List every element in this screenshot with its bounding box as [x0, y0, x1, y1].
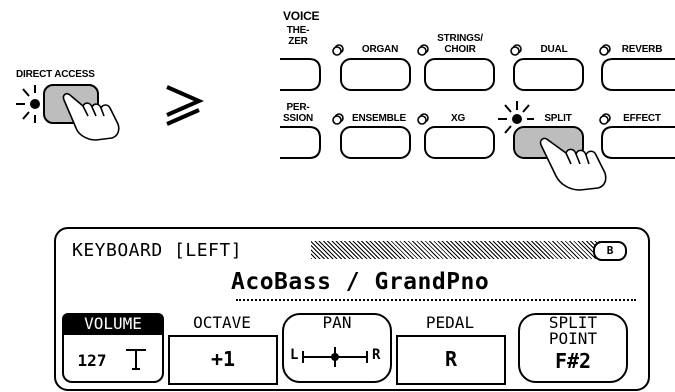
button-synthesizer-label-1: THE-: [286, 25, 310, 36]
button-strings-label-1: STRINGS/: [437, 33, 483, 44]
button-percussion[interactable]: [280, 126, 321, 159]
next-step-arrow-icon: [166, 85, 204, 126]
lcd-title: KEYBOARD [LEFT]: [72, 240, 243, 261]
button-synthesizer[interactable]: [280, 58, 321, 91]
button-effect-label: EFFECT: [623, 113, 661, 124]
button-xg-label: XG: [450, 113, 466, 124]
param-octave-label: OCTAVE: [193, 313, 251, 332]
button-percussion-label-1: PER-: [286, 102, 310, 113]
button-reverb-label: REVERB: [621, 44, 663, 55]
button-organ-label: ORGAN: [361, 44, 399, 55]
button-dual[interactable]: [513, 58, 584, 91]
lcd-display: KEYBOARD [LEFT] B AcoBass / GrandPno VOL…: [54, 227, 650, 391]
button-split-label: SPLIT: [544, 113, 572, 124]
voice-names: AcoBass / GrandPno: [231, 269, 490, 295]
button-reverb[interactable]: [601, 58, 675, 91]
param-split-point-label-2: POINT: [548, 329, 598, 348]
button-ensemble[interactable]: [340, 126, 411, 159]
direct-access-lamp-icon: [16, 85, 40, 123]
button-effect[interactable]: [601, 126, 675, 159]
voice-heading: VOICE: [283, 9, 320, 23]
param-volume-value: 127: [77, 351, 107, 370]
button-xg[interactable]: [424, 126, 495, 159]
button-strings-choir[interactable]: [424, 58, 495, 91]
button-percussion-label-2: SSION: [282, 113, 314, 124]
button-ensemble-label: ENSEMBLE: [352, 113, 406, 124]
param-octave-value: +1: [210, 347, 236, 371]
lcd-title-hatch: [311, 241, 616, 259]
voice-underline: [236, 299, 636, 301]
pan-slider-icon: [302, 347, 368, 367]
param-pan-left: L: [290, 347, 299, 363]
param-split-point-value: F#2: [554, 349, 592, 373]
param-pedal-value: R: [444, 347, 458, 371]
param-pedal-label: PEDAL: [425, 313, 475, 332]
param-pan-right: R: [372, 347, 381, 363]
button-dual-label: DUAL: [540, 44, 568, 55]
volume-slider-icon: [126, 349, 146, 370]
param-volume-label: VOLUME: [62, 313, 164, 335]
param-pan-label: PAN: [322, 313, 352, 332]
button-synthesizer-label-2: ZER: [288, 36, 308, 47]
button-strings-label-2: CHOIR: [444, 44, 476, 55]
button-organ[interactable]: [340, 58, 411, 91]
page-badge: B: [593, 241, 627, 261]
